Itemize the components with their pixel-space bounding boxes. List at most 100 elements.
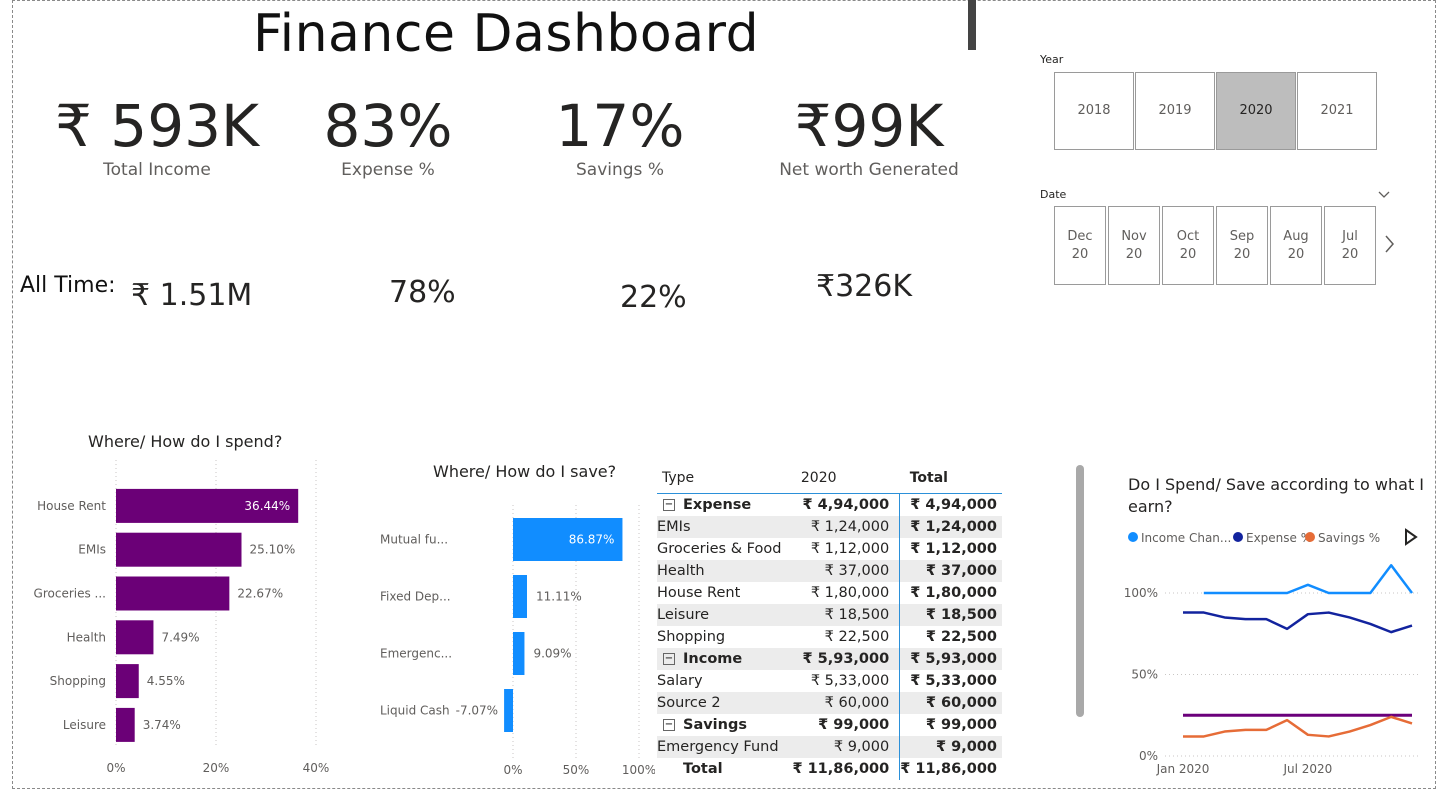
- matrix-row[interactable]: Shopping ₹ 22,500 ₹ 22,500: [657, 626, 1002, 648]
- spend-save-line-chart: Income Chan... Expense % Savings % 100% 50% 0…: [1124, 528, 1420, 776]
- chevron-down-icon[interactable]: [1377, 184, 1391, 203]
- line-chart-title: Do I Spend/ Save according to what I ear…: [1128, 475, 1425, 516]
- date-option-nov-20[interactable]: Nov 20: [1108, 206, 1160, 285]
- matrix-group-row[interactable]: − Income ₹ 5,93,000 ₹ 5,93,000: [657, 648, 1002, 670]
- matrix-cell-2020: ₹ 60,000: [790, 692, 901, 714]
- matrix-cell-total: ₹ 22,500: [925, 629, 997, 645]
- legend-marker: [1305, 532, 1315, 542]
- dashboard-title: Finance Dashboard: [253, 4, 760, 64]
- matrix-row-label: Expense: [683, 497, 752, 513]
- data-label: 22.67%: [237, 587, 283, 601]
- matrix-row[interactable]: Groceries & Food ₹ 1,12,000 ₹ 1,12,000: [657, 538, 1002, 560]
- matrix-row[interactable]: House Rent ₹ 1,80,000 ₹ 1,80,000: [657, 582, 1002, 604]
- date-option-jul-20[interactable]: Jul 20: [1324, 206, 1376, 285]
- matrix-row[interactable]: Emergency Fund ₹ 9,000 ₹ 9,000: [657, 736, 1002, 758]
- year-option-2020[interactable]: 2020: [1216, 72, 1296, 150]
- matrix-row[interactable]: Source 2 ₹ 60,000 ₹ 60,000: [657, 692, 1002, 714]
- x-tick-label: Jan 2020: [1156, 762, 1210, 776]
- matrix-row[interactable]: Leisure ₹ 18,500 ₹ 18,500: [657, 604, 1002, 626]
- year-slicer-title: Year: [1040, 53, 1064, 66]
- matrix-row-label: Source 2: [657, 695, 721, 711]
- matrix-cell-total: ₹ 11,86,000: [900, 761, 997, 777]
- matrix-cell-total: ₹ 18,500: [899, 604, 1002, 626]
- date-month: Oct: [1176, 228, 1200, 244]
- finance-matrix-table: Type 2020 Total − Expense ₹ 4,94,000 ₹ 4,94…: [657, 463, 1002, 780]
- matrix-row-label: Shopping: [657, 629, 726, 645]
- year-option-2018[interactable]: 2018: [1054, 72, 1134, 150]
- category-label: Shopping: [50, 674, 106, 688]
- matrix-cell-2020: ₹ 1,80,000: [790, 582, 901, 604]
- matrix-cell-2020: ₹ 1,24,000: [790, 516, 901, 538]
- date-option-sep-20[interactable]: Sep 20: [1216, 206, 1268, 285]
- spend-bar-chart: House Rent 36.44% EMIs 25.10% Groceries ... 2…: [34, 460, 330, 775]
- category-label: Health: [67, 630, 106, 644]
- date-year: 20: [1125, 246, 1143, 262]
- text-cursor: [968, 0, 976, 50]
- kpi-label: Total Income: [103, 160, 211, 180]
- matrix-row-label: Health: [657, 563, 705, 579]
- collapse-icon[interactable]: −: [663, 719, 675, 731]
- data-label: 7.49%: [161, 630, 199, 644]
- data-label: -7.07%: [456, 704, 498, 718]
- legend-label: Savings %: [1318, 531, 1380, 545]
- matrix-cell-total: ₹ 1,12,000: [910, 541, 997, 557]
- x-tick-label: 20%: [203, 761, 230, 775]
- x-tick-label: 0%: [106, 761, 125, 775]
- date-month: Aug: [1283, 228, 1309, 244]
- series-line: [1183, 715, 1413, 738]
- matrix-cell-2020: ₹ 22,500: [790, 626, 901, 648]
- category-label: Mutual fu...: [380, 533, 448, 547]
- x-tick-label: 40%: [303, 761, 330, 775]
- year-option-2021[interactable]: 2021: [1297, 72, 1377, 150]
- matrix-header-type[interactable]: Type: [657, 463, 791, 494]
- chevron-right-icon[interactable]: [1383, 234, 1395, 258]
- series-line: [1203, 564, 1413, 595]
- data-label: 36.44%: [244, 499, 290, 513]
- data-label: 86.87%: [569, 533, 615, 547]
- matrix-header-total[interactable]: Total: [899, 463, 1002, 494]
- matrix-row[interactable]: EMIs ₹ 1,24,000 ₹ 1,24,000: [657, 516, 1002, 538]
- bar: [116, 576, 230, 611]
- x-tick-label: 0%: [503, 763, 522, 777]
- x-tick-label: Jul 2020: [1282, 762, 1332, 776]
- matrix-cell-total: ₹ 99,000: [925, 717, 997, 733]
- matrix-header-2020[interactable]: 2020: [790, 463, 900, 494]
- matrix-row-label: EMIs: [657, 519, 691, 535]
- save-chart-title: Where/ How do I save?: [433, 462, 617, 481]
- series-line: [1183, 611, 1413, 634]
- y-tick-label: 50%: [1131, 668, 1158, 682]
- matrix-group-row[interactable]: − Expense ₹ 4,94,000 ₹ 4,94,000: [657, 493, 1002, 516]
- year-option-2019[interactable]: 2019: [1135, 72, 1215, 150]
- matrix-row[interactable]: Health ₹ 37,000 ₹ 37,000: [657, 560, 1002, 582]
- all-time-expense-pct: 78%: [389, 275, 456, 310]
- data-label: 25.10%: [250, 543, 296, 557]
- date-option-oct-20[interactable]: Oct 20: [1162, 206, 1214, 285]
- bar: [513, 575, 527, 618]
- collapse-icon[interactable]: −: [663, 653, 675, 665]
- x-tick-label: 50%: [563, 763, 590, 777]
- matrix-group-row[interactable]: − Savings ₹ 99,000 ₹ 99,000: [657, 714, 1002, 736]
- matrix-row-label: Leisure: [657, 607, 710, 623]
- matrix-cell-total: ₹ 9,000: [899, 736, 1002, 758]
- date-option-aug-20[interactable]: Aug 20: [1270, 206, 1322, 285]
- scrollbar-thumb[interactable]: [1076, 465, 1084, 717]
- matrix-cell-total: ₹ 4,94,000: [910, 497, 997, 513]
- category-label: Groceries ...: [34, 587, 106, 601]
- data-label: 11.11%: [536, 590, 582, 604]
- spend-chart-title: Where/ How do I spend?: [88, 432, 283, 451]
- date-option-dec-20[interactable]: Dec 20: [1054, 206, 1106, 285]
- matrix-cell-2020: ₹ 5,33,000: [790, 670, 901, 692]
- bar: [116, 664, 139, 699]
- category-label: Liquid Cash: [380, 704, 450, 718]
- matrix-row[interactable]: Salary ₹ 5,33,000 ₹ 5,33,000: [657, 670, 1002, 692]
- bar: [116, 620, 154, 655]
- save-bar-chart: Mutual fu... 86.87% Fixed Dep... 11.11% Emer…: [380, 505, 655, 777]
- matrix-row-label: Emergency Fund: [657, 739, 779, 755]
- matrix-row-label: Groceries & Food: [657, 541, 782, 557]
- y-tick-label: 0%: [1139, 749, 1158, 763]
- matrix-cell-total: ₹ 1,80,000: [910, 585, 997, 601]
- matrix-total-row[interactable]: Total ₹ 11,86,000 ₹ 11,86,000: [657, 758, 1002, 780]
- collapse-icon[interactable]: −: [663, 499, 675, 511]
- kpi-card-net-worth: ₹99K Net worth Generated: [739, 92, 999, 180]
- category-label: Fixed Dep...: [380, 590, 451, 604]
